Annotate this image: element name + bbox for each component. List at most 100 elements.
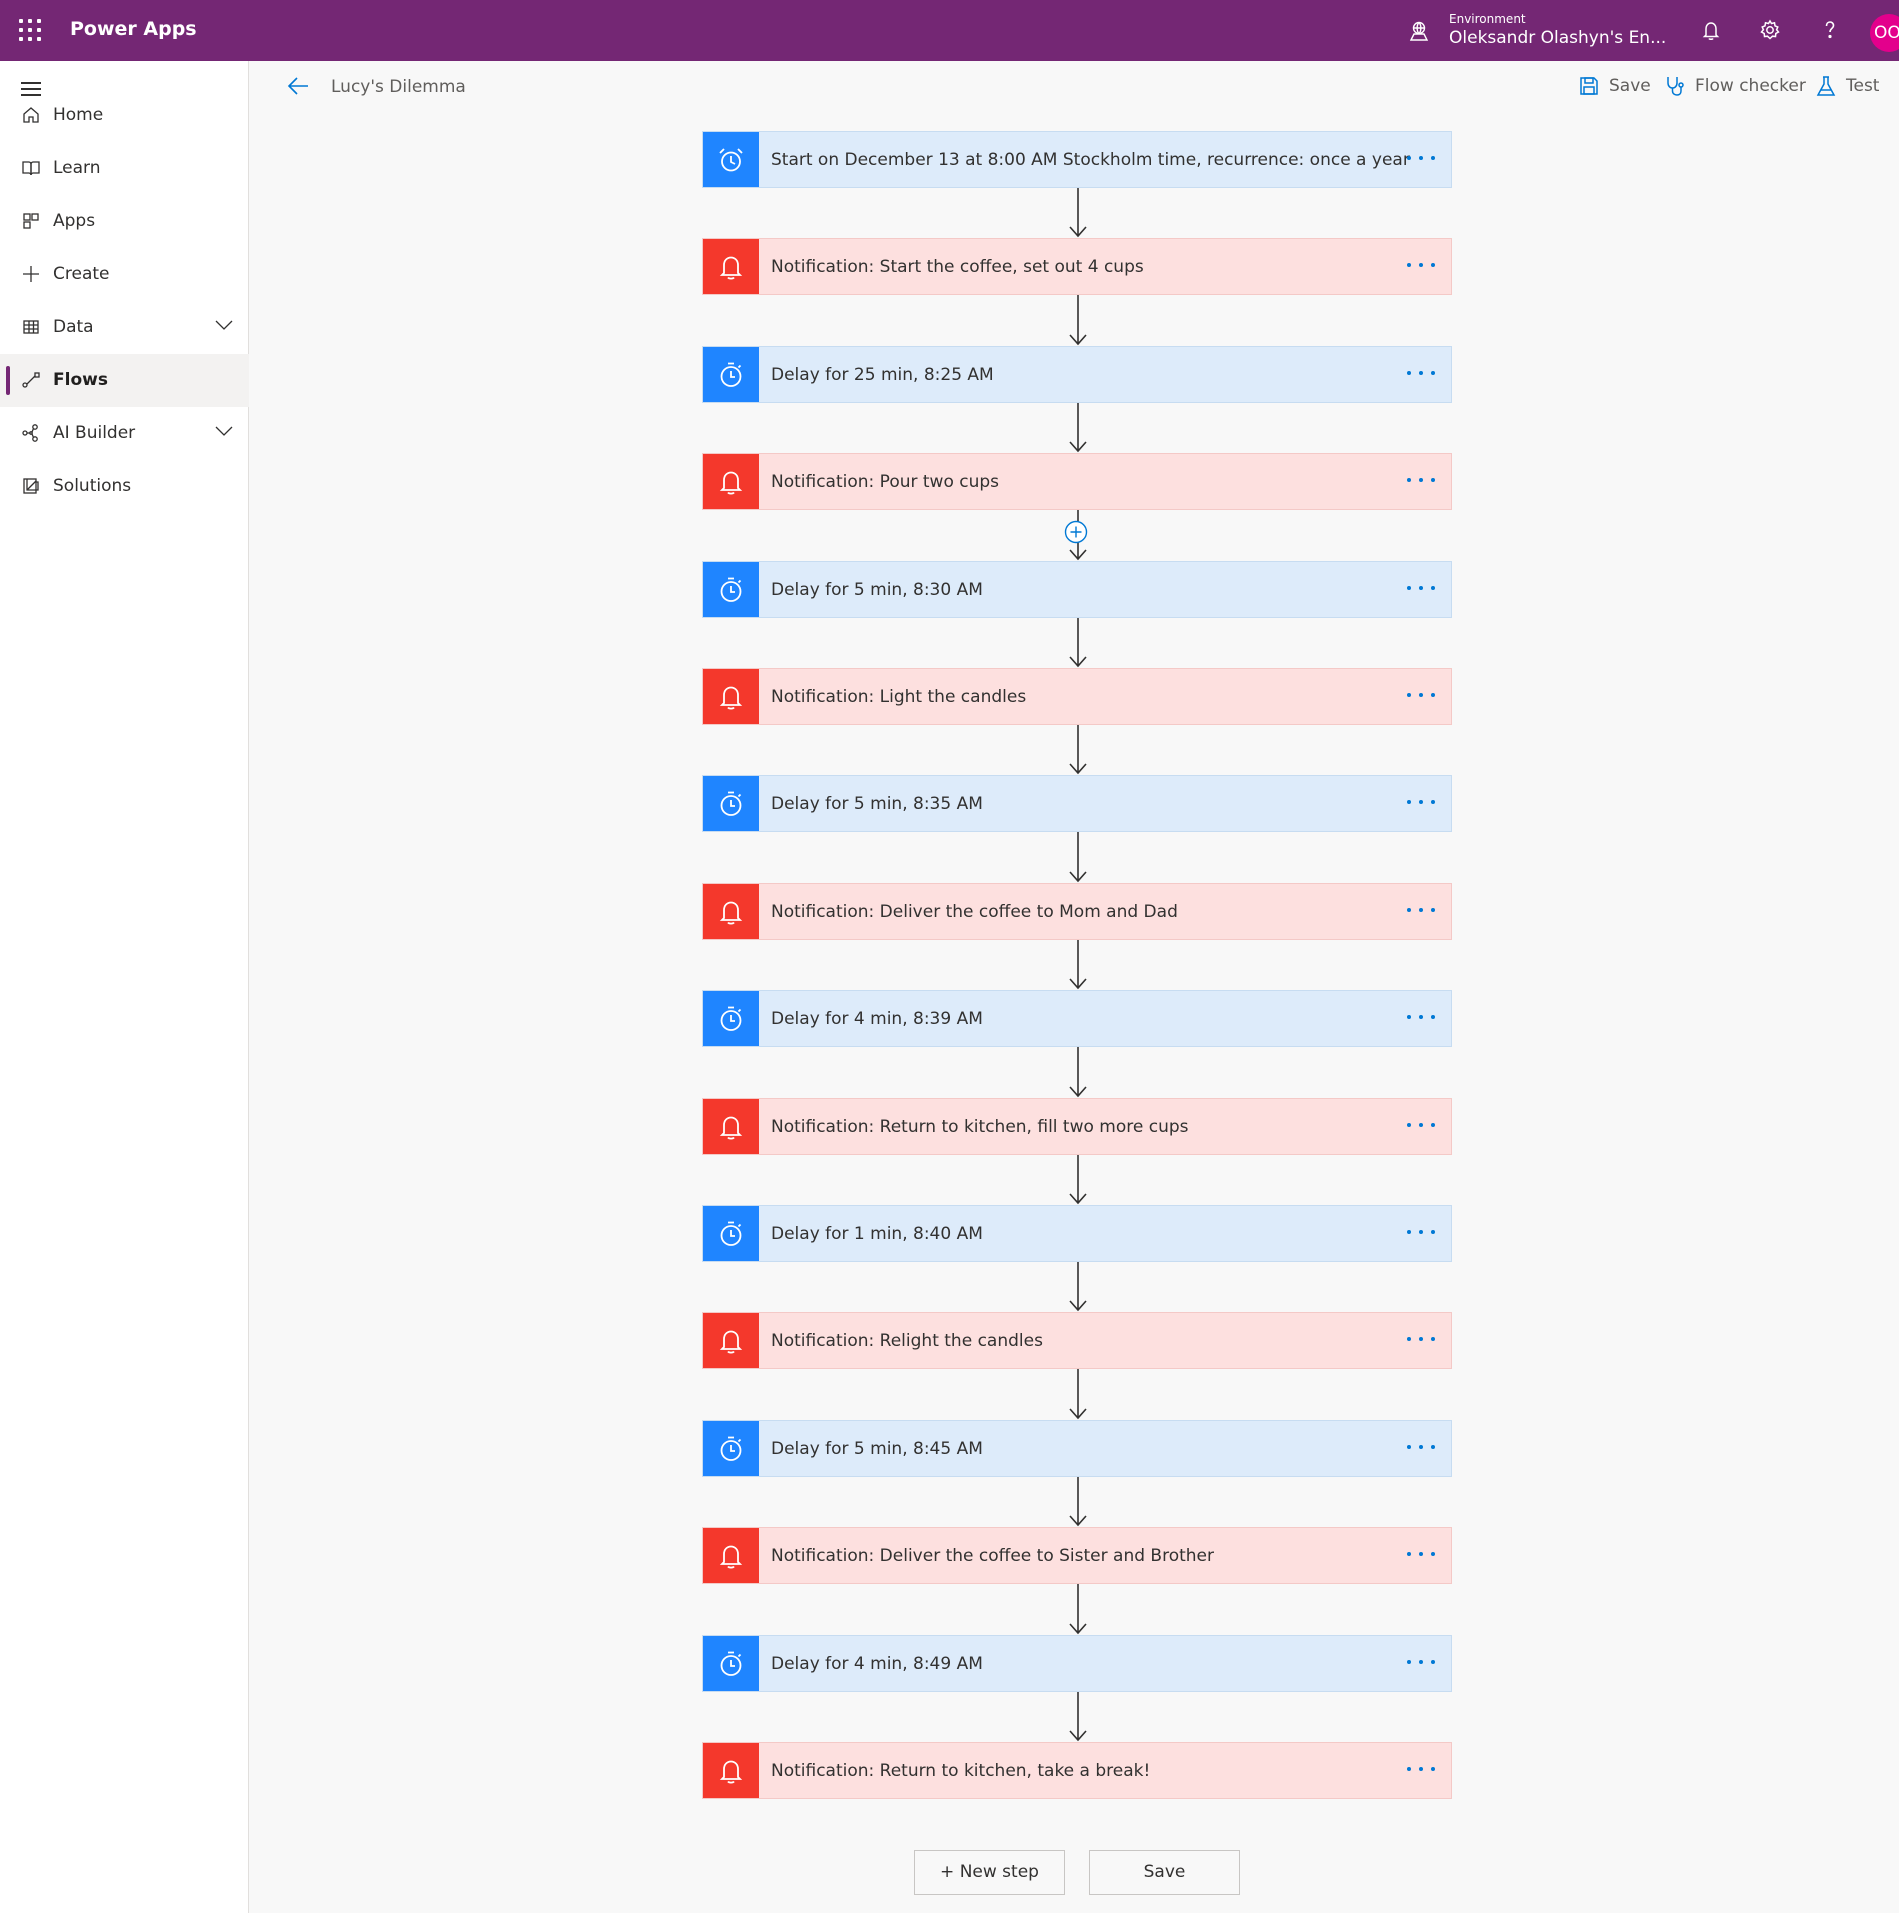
save-button[interactable]: Save (1089, 1850, 1240, 1895)
notification-step-card[interactable]: Notification: Pour two cups (702, 453, 1452, 510)
notification-step-card[interactable]: Notification: Deliver the coffee to Mom … (702, 883, 1452, 940)
connector-arrow (1069, 725, 1087, 775)
chevron-down-icon[interactable] (215, 425, 233, 437)
notification-step-card[interactable]: Notification: Relight the candles (702, 1312, 1452, 1369)
table-icon (23, 320, 39, 334)
timer-icon (703, 776, 759, 831)
notification-step-card[interactable]: Notification: Return to kitchen, take a … (702, 1742, 1452, 1799)
bell-icon (703, 1313, 759, 1368)
recurrence-trigger-card[interactable]: Start on December 13 at 8:00 AM Stockhol… (702, 131, 1452, 188)
more-options-icon[interactable] (1405, 1540, 1437, 1568)
notification-step-card[interactable]: Notification: Deliver the coffee to Sist… (702, 1527, 1452, 1584)
test-button[interactable]: Test (1815, 74, 1879, 98)
step-label: Notification: Deliver the coffee to Sist… (771, 1546, 1214, 1566)
more-options-icon[interactable] (1405, 1111, 1437, 1139)
connector-arrow (1069, 1584, 1087, 1635)
book-icon (22, 161, 40, 176)
back-arrow-icon[interactable] (286, 75, 310, 97)
app-name[interactable]: Power Apps (70, 18, 197, 40)
stethoscope-icon (1667, 77, 1684, 96)
sidebar-item-label: AI Builder (53, 423, 136, 443)
more-options-icon[interactable] (1405, 1648, 1437, 1676)
delay-step-card[interactable]: Delay for 4 min, 8:39 AM (702, 990, 1452, 1047)
insert-step-icon[interactable] (1064, 520, 1088, 544)
more-options-icon[interactable] (1405, 1433, 1437, 1461)
delay-step-card[interactable]: Delay for 5 min, 8:35 AM (702, 775, 1452, 832)
connector-arrow (1069, 618, 1087, 668)
help-icon[interactable] (1818, 18, 1842, 42)
more-options-icon[interactable] (1405, 1218, 1437, 1246)
new-step-button[interactable]: + New step (914, 1850, 1065, 1895)
notification-step-card[interactable]: Notification: Start the coffee, set out … (702, 238, 1452, 295)
step-label: Start on December 13 at 8:00 AM Stockhol… (771, 150, 1410, 170)
more-options-icon[interactable] (1405, 1755, 1437, 1783)
sidebar-item-label: Create (53, 264, 110, 284)
save-command-button[interactable]: Save (1578, 74, 1651, 98)
environment-name[interactable]: Oleksandr Olashyn's En... (1449, 28, 1666, 48)
more-options-icon[interactable] (1405, 144, 1437, 172)
notification-step-card[interactable]: Notification: Return to kitchen, fill tw… (702, 1098, 1452, 1155)
chevron-down-icon[interactable] (215, 319, 233, 331)
bell-icon (703, 1099, 759, 1154)
more-options-icon[interactable] (1405, 1325, 1437, 1353)
step-label: Notification: Deliver the coffee to Mom … (771, 902, 1178, 922)
connector-arrow (1069, 940, 1087, 990)
sidebar-item-apps[interactable]: Apps (0, 195, 249, 248)
notifications-icon[interactable] (1699, 18, 1723, 42)
more-options-icon[interactable] (1405, 896, 1437, 924)
sidebar-item-label: Home (53, 105, 104, 125)
connector-arrow (1069, 1369, 1087, 1420)
more-options-icon[interactable] (1405, 574, 1437, 602)
notification-step-card[interactable]: Notification: Light the candles (702, 668, 1452, 725)
more-options-icon[interactable] (1405, 788, 1437, 816)
bell-icon (703, 884, 759, 939)
step-label: Delay for 5 min, 8:45 AM (771, 1439, 983, 1459)
delay-step-card[interactable]: Delay for 4 min, 8:49 AM (702, 1635, 1452, 1692)
connector-arrow (1069, 1262, 1087, 1312)
bell-icon (703, 669, 759, 724)
step-label: Delay for 4 min, 8:49 AM (771, 1654, 983, 1674)
timer-icon (703, 1421, 759, 1476)
step-label: Delay for 4 min, 8:39 AM (771, 1009, 983, 1029)
step-label: Delay for 1 min, 8:40 AM (771, 1224, 983, 1244)
delay-step-card[interactable]: Delay for 5 min, 8:45 AM (702, 1420, 1452, 1477)
sidebar-item-label: Solutions (53, 476, 132, 496)
delay-step-card[interactable]: Delay for 25 min, 8:25 AM (702, 346, 1452, 403)
save-icon (1580, 77, 1598, 95)
more-options-icon[interactable] (1405, 359, 1437, 387)
more-options-icon[interactable] (1405, 1003, 1437, 1031)
sidebar-item-flows[interactable]: Flows (0, 354, 249, 407)
more-options-icon[interactable] (1405, 251, 1437, 279)
sidebar-item-learn[interactable]: Learn (0, 142, 249, 195)
connector-arrow (1069, 403, 1087, 453)
more-options-icon[interactable] (1405, 681, 1437, 709)
sidebar: Home Learn Apps Create Data Flows AI Bui… (0, 61, 249, 1913)
sidebar-item-label: Flows (53, 370, 108, 390)
flow-icon (22, 372, 40, 388)
sidebar-item-home[interactable]: Home (0, 89, 249, 142)
connector-arrow (1069, 188, 1087, 238)
timer-icon (703, 1206, 759, 1261)
sidebar-item-ai-builder[interactable]: AI Builder (0, 407, 249, 460)
sidebar-item-data[interactable]: Data (0, 301, 249, 354)
delay-step-card[interactable]: Delay for 5 min, 8:30 AM (702, 561, 1452, 618)
more-options-icon[interactable] (1405, 466, 1437, 494)
bell-icon (703, 1743, 759, 1798)
apps-icon (23, 213, 39, 229)
sidebar-item-solutions[interactable]: Solutions (0, 460, 249, 513)
command-bar: Lucy's Dilemma Save Flow checker Test (250, 61, 1899, 111)
waffle-icon[interactable] (19, 19, 41, 41)
avatar[interactable]: OO (1870, 14, 1899, 52)
test-label: Test (1846, 76, 1880, 96)
bell-icon (703, 1528, 759, 1583)
environment-icon[interactable] (1408, 20, 1430, 42)
flow-checker-button[interactable]: Flow checker (1664, 74, 1806, 98)
timer-icon (703, 1636, 759, 1691)
sidebar-item-label: Learn (53, 158, 101, 178)
ai-builder-icon (22, 424, 38, 442)
step-label: Notification: Return to kitchen, take a … (771, 1761, 1151, 1781)
active-indicator (6, 366, 10, 395)
sidebar-item-create[interactable]: Create (0, 248, 249, 301)
delay-step-card[interactable]: Delay for 1 min, 8:40 AM (702, 1205, 1452, 1262)
settings-icon[interactable] (1758, 18, 1782, 42)
